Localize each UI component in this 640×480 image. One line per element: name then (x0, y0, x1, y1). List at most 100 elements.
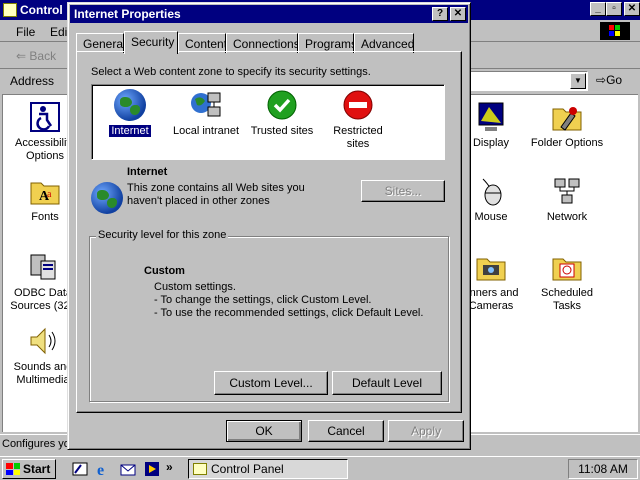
internet-explorer-icon[interactable]: e (96, 461, 112, 479)
apply-button[interactable]: Apply (388, 420, 464, 442)
security-level-name: Custom (144, 265, 185, 277)
help-button[interactable]: ? (432, 7, 448, 21)
network-icon (551, 175, 583, 207)
security-desc-line-3: - To use the recommended settings, click… (154, 307, 424, 319)
internet-globe-icon (114, 89, 146, 121)
sounds-icon (27, 325, 59, 357)
restricted-sites-icon (342, 89, 374, 121)
folder-options-item[interactable]: Folder Options (527, 101, 607, 150)
display-label: Display (472, 137, 510, 149)
zone-local-intranet-label: Local intranet (172, 125, 240, 137)
selected-zone-name: Internet (127, 166, 168, 178)
dialog-close-button[interactable]: ✕ (450, 7, 466, 21)
zone-local-intranet[interactable]: Local intranet (168, 89, 244, 138)
accessibility-options-label: Accessibility Options (15, 137, 75, 162)
odbc-icon (27, 251, 59, 283)
ok-button[interactable]: OK (226, 420, 302, 442)
svg-text:a: a (47, 189, 52, 200)
go-arrow-icon: ⇨ (596, 73, 607, 87)
svg-text:e: e (97, 462, 104, 477)
minimize-button[interactable]: _ (590, 2, 606, 16)
local-intranet-icon (190, 89, 222, 121)
start-button[interactable]: Start (2, 459, 56, 479)
start-label: Start (23, 462, 51, 476)
dialog-titlebar[interactable]: Internet Properties ? ✕ (70, 5, 468, 23)
zone-restricted-sites-label: Restricted sites (333, 125, 383, 150)
back-button[interactable]: ⇐ Back (16, 49, 56, 63)
fonts-folder-icon: Aa (29, 175, 61, 207)
quicklaunch-chevron[interactable]: » (166, 460, 173, 474)
taskbar: Start e » Control Panel 11:08 AM (0, 456, 640, 480)
security-level-description: Custom settings. - To change the setting… (154, 281, 423, 320)
scheduled-tasks-item[interactable]: Scheduled Tasks (527, 251, 607, 313)
tab-advanced[interactable]: Advanced (354, 33, 414, 53)
zone-list: Internet Local intranet Trusted sites Re… (91, 84, 445, 160)
zone-trusted-sites[interactable]: Trusted sites (244, 89, 320, 138)
address-input[interactable]: ▼ (470, 71, 588, 91)
back-arrow-icon: ⇐ (16, 49, 30, 63)
accessibility-icon (29, 101, 61, 133)
security-level-group-label: Security level for this zone (96, 229, 229, 241)
status-text: Configures yo (2, 438, 70, 450)
folder-options-label: Folder Options (530, 137, 604, 149)
media-player-icon[interactable] (144, 461, 160, 477)
mouse-label: Mouse (474, 211, 508, 223)
fonts-label: Fonts (31, 211, 59, 223)
sounds-label: Sounds and Multimedia (13, 361, 73, 386)
zone-restricted-sites[interactable]: Restricted sites (320, 89, 396, 151)
network-item[interactable]: Network (527, 175, 607, 224)
custom-level-button[interactable]: Custom Level... (214, 371, 328, 395)
address-label: Address (10, 74, 55, 88)
show-desktop-icon[interactable] (72, 461, 88, 477)
tab-security[interactable]: Security (124, 31, 178, 54)
zone-instruction: Select a Web content zone to specify its… (91, 66, 371, 78)
zone-trusted-sites-label: Trusted sites (250, 125, 314, 137)
menu-file[interactable]: File (16, 25, 35, 39)
clock[interactable]: 11:08 AM (578, 462, 628, 476)
folder-options-icon (551, 101, 583, 133)
default-level-button[interactable]: Default Level (332, 371, 442, 395)
odbc-label: ODBC Data Sources (32b (10, 287, 76, 312)
scheduled-tasks-label: Scheduled Tasks (541, 287, 593, 312)
security-level-group: Security level for this zone Custom Cust… (89, 229, 449, 402)
scanners-cameras-icon (475, 251, 507, 283)
tab-general[interactable]: General (76, 33, 126, 53)
zone-internet[interactable]: Internet (92, 89, 168, 138)
selected-zone-description: This zone contains all Web sites you hav… (127, 182, 305, 207)
mouse-icon (475, 175, 507, 207)
trusted-sites-icon (266, 89, 298, 121)
go-label: Go (606, 73, 623, 87)
maximize-button[interactable]: ▫ (606, 2, 622, 16)
tab-connections[interactable]: Connections (226, 33, 300, 53)
windows-logo-icon (600, 22, 630, 40)
internet-properties-dialog: Internet Properties ? ✕ General Security… (67, 2, 471, 450)
selected-zone-globe-icon (91, 182, 123, 214)
control-panel-window-buttons: _ ▫ ✕ (590, 2, 640, 16)
go-button[interactable]: ⇨Go (596, 73, 622, 87)
address-dropdown-button[interactable]: ▼ (570, 73, 586, 89)
zone-internet-label: Internet (108, 124, 152, 138)
sites-button[interactable]: Sites... (361, 180, 445, 202)
security-tab-panel: Select a Web content zone to specify its… (76, 51, 462, 413)
tab-content[interactable]: Content (178, 33, 227, 53)
tab-programs[interactable]: Programs (298, 33, 357, 53)
cancel-button[interactable]: Cancel (308, 420, 384, 442)
system-tray: 11:08 AM (568, 459, 638, 479)
scanners-cameras-label: anners and Cameras (463, 287, 519, 312)
outlook-express-icon[interactable] (120, 461, 136, 477)
taskbar-control-panel-label: Control Panel (211, 462, 284, 476)
taskbar-control-panel-button[interactable]: Control Panel (188, 459, 348, 479)
security-desc-line-1: Custom settings. (154, 281, 236, 293)
display-icon (475, 101, 507, 133)
back-label: Back (29, 49, 57, 63)
control-panel-task-icon (193, 463, 207, 475)
dialog-title-buttons: ? ✕ (432, 7, 466, 21)
security-desc-line-2: - To change the settings, click Custom L… (154, 294, 372, 306)
control-panel-icon (3, 3, 17, 17)
menu-edit[interactable]: Edi (50, 25, 67, 39)
close-button[interactable]: ✕ (624, 2, 640, 16)
control-panel-title: Control (20, 3, 63, 17)
scheduled-tasks-icon (551, 251, 583, 283)
dialog-title: Internet Properties (74, 7, 181, 21)
network-label: Network (546, 211, 588, 223)
